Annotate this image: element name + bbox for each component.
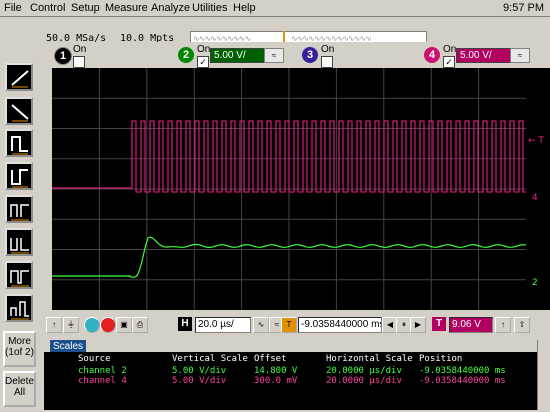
rising-edge-trigger-button[interactable] xyxy=(5,63,33,91)
channel-2-ground-marker[interactable]: 2 xyxy=(532,278,538,288)
channel-4-button[interactable]: 4 xyxy=(424,47,440,63)
trigger-level-marker[interactable]: ← T xyxy=(528,136,544,146)
runt-icon xyxy=(10,301,29,320)
clock: 9:57 PM xyxy=(503,2,544,14)
falling-edge-icon xyxy=(11,104,29,122)
row-source: channel 4 xyxy=(78,376,127,386)
hold-time-icon xyxy=(10,238,29,254)
pulse-width-icon xyxy=(11,136,28,155)
channel-3-on-label: On xyxy=(321,44,335,55)
delete-all-button[interactable]: Delete All xyxy=(3,371,36,407)
trigger-reference-icon[interactable]: T xyxy=(281,317,297,333)
runt-trigger-button[interactable] xyxy=(5,294,33,322)
menu-bar: File Control Setup Measure Analyze Utili… xyxy=(0,0,550,17)
waveform-display[interactable] xyxy=(52,68,526,310)
menu-analyze[interactable]: Analyze xyxy=(151,2,190,14)
falling-edge-trigger-button[interactable] xyxy=(5,97,33,125)
channel-2-checkbox[interactable]: ✓ xyxy=(197,56,209,68)
glitch-icon xyxy=(10,270,29,287)
channel-4-scale-field[interactable]: 5.00 V/ xyxy=(456,48,511,63)
menu-help[interactable]: Help xyxy=(233,2,256,14)
row-offset: 300.0 mV xyxy=(254,376,298,386)
pulse-negative-icon xyxy=(11,169,28,188)
horizontal-tag: H xyxy=(178,317,192,331)
delete-label: Delete xyxy=(5,376,34,387)
channel-2-button[interactable]: 2 xyxy=(178,47,194,63)
rising-edge-icon xyxy=(11,70,29,88)
row-position: -9.0358440000 ms xyxy=(419,366,506,376)
menu-control[interactable]: Control xyxy=(30,2,65,14)
setup-time-trigger-button[interactable] xyxy=(5,195,33,223)
print-icon[interactable]: ⎙ xyxy=(132,317,148,333)
pulse-width-trigger-button[interactable] xyxy=(5,129,33,157)
row-position: -9.0358440000 ms xyxy=(419,376,506,386)
trigger-up-icon[interactable]: ↑ xyxy=(495,317,511,333)
menu-utilities[interactable]: Utilities xyxy=(192,2,227,14)
marker-column: ← T 4 2 xyxy=(526,68,550,310)
more-label: More xyxy=(8,336,31,347)
menu-file[interactable]: File xyxy=(4,2,22,14)
horizontal-position-field[interactable]: -9.0358440000 ms xyxy=(298,317,382,333)
header-source: Source xyxy=(78,354,111,364)
pulse-width-negative-button[interactable] xyxy=(5,162,33,190)
hold-time-trigger-button[interactable] xyxy=(5,228,33,256)
header-position: Position xyxy=(419,354,463,364)
menu-measure[interactable]: Measure xyxy=(105,2,148,14)
more-button[interactable]: More (1of 2) xyxy=(3,331,36,367)
row-vertical-scale: 5.00 V/div xyxy=(172,376,227,386)
channel-3-checkbox[interactable] xyxy=(321,56,333,68)
stop-icon[interactable] xyxy=(100,317,116,333)
scales-panel: Source Vertical Scale Offset Horizontal … xyxy=(44,352,537,410)
channel-1-button[interactable]: 1 xyxy=(54,47,72,65)
acquisition-info: 50.0 MSa/s 10.0 Mpts ∿∿∿∿∿∿∿∿∿∿ ∿∿∿∿∿∿∿∿… xyxy=(40,17,550,44)
control-bar: ↑ ⏚ ▣ ⎙ H 20.0 µs/ ∿ ≈ T -9.0358440000 m… xyxy=(44,314,550,336)
row-source: channel 2 xyxy=(78,366,127,376)
nav-right-icon[interactable]: ▶ xyxy=(410,317,426,333)
header-vertical-scale: Vertical Scale xyxy=(172,354,248,364)
trigger-down-icon[interactable]: ⇧ xyxy=(514,317,530,333)
ground-icon[interactable]: ⏚ xyxy=(63,317,79,333)
row-horizontal-scale: 20.0000 µs/div xyxy=(326,366,402,376)
channel-4-checkbox[interactable]: ✓ xyxy=(443,56,455,68)
channel-4-on-label: On xyxy=(443,44,457,55)
channel-1-checkbox[interactable] xyxy=(73,56,85,68)
header-offset: Offset xyxy=(254,354,287,364)
more-page-label: (1of 2) xyxy=(5,347,34,358)
channel-1-on-label: On xyxy=(73,44,87,55)
time-mode-icon[interactable]: ∿ xyxy=(253,317,269,333)
trigger-tag: T xyxy=(432,317,446,331)
glitch-trigger-button[interactable] xyxy=(5,261,33,289)
channel-2-scale-field[interactable]: 5.00 V/ xyxy=(210,48,265,63)
snapshot-icon[interactable]: ▣ xyxy=(116,317,132,333)
menu-setup[interactable]: Setup xyxy=(71,2,100,14)
setup-time-icon xyxy=(10,204,29,221)
row-offset: 14.800 V xyxy=(254,366,298,376)
channel-3-button[interactable]: 3 xyxy=(302,47,318,63)
trigger-level-field[interactable]: 9.06 V xyxy=(449,317,493,333)
channel-2-on-label: On xyxy=(197,44,211,55)
header-horizontal-scale: Horizontal Scale xyxy=(326,354,413,364)
channel-4-coupling-icon[interactable]: ≈ xyxy=(510,48,530,63)
up-arrow-icon[interactable]: ↑ xyxy=(46,317,62,333)
channel-controls: 1 On 2 On ✓ 5.00 V/ ≈ 3 On 4 On ✓ 5.00 V… xyxy=(40,42,550,68)
delete-all-label: All xyxy=(13,387,26,398)
time-scale-field[interactable]: 20.0 µs/ xyxy=(195,317,251,333)
run-icon[interactable] xyxy=(84,317,100,333)
row-horizontal-scale: 20.0000 µs/div xyxy=(326,376,402,386)
left-toolbar: More (1of 2) Delete All xyxy=(0,17,40,412)
channel-4-trace xyxy=(52,120,526,193)
row-vertical-scale: 5.00 V/div xyxy=(172,366,227,376)
channel-2-coupling-icon[interactable]: ≈ xyxy=(264,48,284,63)
scales-scrollbar[interactable] xyxy=(537,340,550,410)
channel-4-ground-marker[interactable]: 4 xyxy=(532,193,538,203)
